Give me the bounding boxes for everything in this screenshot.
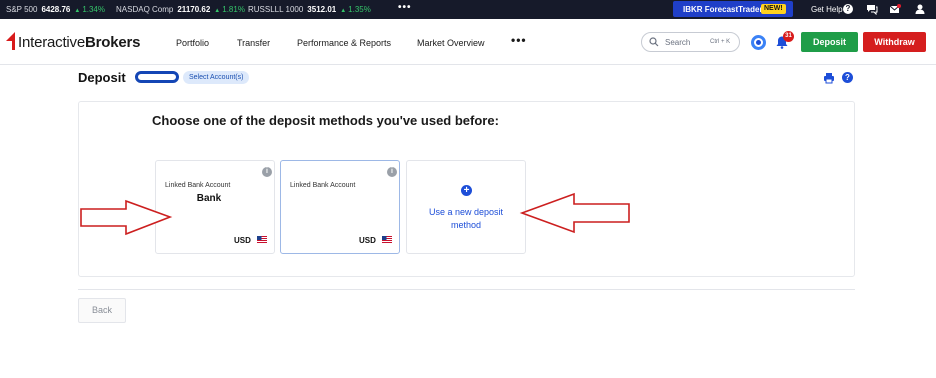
annotation-arrow-right [80, 199, 173, 236]
footer-divider [78, 289, 855, 290]
annotation-arrow-left [519, 192, 630, 234]
annotation-arrows [80, 192, 630, 236]
back-button[interactable]: Back [78, 298, 126, 323]
